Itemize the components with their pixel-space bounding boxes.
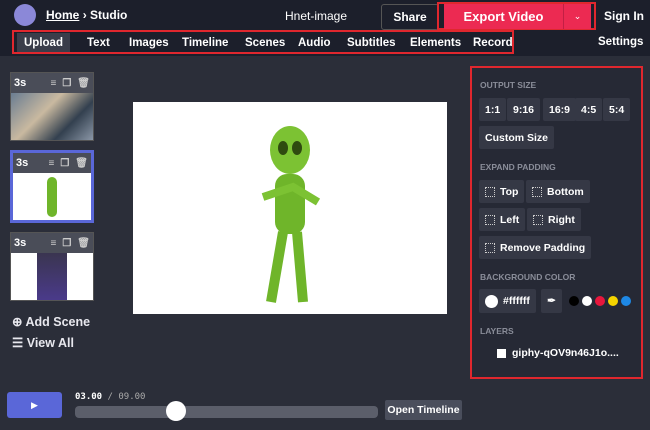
breadcrumb-separator: › [82, 8, 87, 22]
scene-card[interactable]: 3s ≡ ❐ 🗑 [10, 232, 94, 301]
time-display: 03.00 / 09.00 [75, 392, 145, 402]
notes-icon[interactable]: ≡ [50, 238, 56, 249]
scene-thumbnail [13, 173, 91, 220]
checkbox-icon [533, 214, 543, 225]
notes-icon[interactable]: ≡ [48, 158, 54, 169]
checkbox-icon [485, 242, 495, 253]
scene-thumbnail [11, 93, 93, 140]
padding-bottom-button[interactable]: Bottom [526, 180, 590, 203]
image-icon [497, 348, 506, 358]
padding-top-label: Top [500, 185, 519, 198]
tab-upload[interactable]: Upload [17, 33, 70, 52]
remove-padding-label: Remove Padding [500, 241, 586, 254]
trash-icon[interactable]: 🗑 [75, 158, 88, 169]
tab-elements[interactable]: Elements [403, 33, 468, 52]
size-9-16-button[interactable]: 9:16 [507, 98, 541, 121]
background-color-picker[interactable]: #ffffff [479, 289, 536, 313]
add-scene-button[interactable]: ⊕ Add Scene [12, 314, 90, 329]
checkbox-icon [532, 186, 542, 197]
project-title[interactable]: Hnet-image [285, 9, 347, 23]
play-button[interactable]: ▶ [7, 392, 62, 418]
add-scene-label: Add Scene [25, 315, 91, 329]
color-swatch[interactable] [595, 296, 605, 306]
tab-audio[interactable]: Audio [291, 33, 338, 52]
duplicate-icon[interactable]: ❐ [60, 158, 69, 169]
size-16-9-button[interactable]: 16:9 [543, 98, 577, 121]
trash-icon[interactable]: 🗑 [77, 238, 90, 249]
tab-text[interactable]: Text [80, 33, 117, 52]
tab-timeline[interactable]: Timeline [175, 33, 235, 52]
padding-top-button[interactable]: Top [479, 180, 525, 203]
color-swatch[interactable] [608, 296, 618, 306]
trash-icon[interactable]: 🗑 [77, 78, 90, 89]
layer-item[interactable]: giphy-qOV9n46J1o.... [497, 347, 619, 359]
size-4-5-button[interactable]: 4:5 [575, 98, 603, 121]
background-color-label: BACKGROUND COLOR [480, 272, 576, 282]
tab-images[interactable]: Images [122, 33, 176, 52]
color-swatch[interactable] [621, 296, 631, 306]
size-1-1-button[interactable]: 1:1 [479, 98, 507, 121]
total-time: 09.00 [118, 392, 146, 402]
expand-padding-label: EXPAND PADDING [480, 162, 556, 172]
padding-left-button[interactable]: Left [479, 208, 526, 231]
sign-in-link[interactable]: Sign In [604, 9, 644, 23]
slider-handle[interactable] [165, 401, 186, 421]
open-timeline-button[interactable]: Open Timeline [385, 400, 462, 420]
color-swatch[interactable] [569, 296, 579, 306]
duplicate-icon[interactable]: ❐ [62, 238, 71, 249]
breadcrumb: Home › Studio [46, 8, 127, 22]
play-icon: ▶ [31, 399, 38, 410]
tab-subtitles[interactable]: Subtitles [340, 33, 403, 52]
breadcrumb-current: Studio [90, 8, 128, 22]
breadcrumb-home[interactable]: Home [46, 8, 79, 22]
duplicate-icon[interactable]: ❐ [62, 78, 71, 89]
user-avatar[interactable] [14, 4, 36, 26]
tab-record[interactable]: Record [466, 33, 520, 52]
color-preview [485, 294, 498, 308]
export-video-button[interactable]: Export Video [444, 4, 563, 29]
time-separator: / [107, 392, 113, 402]
scene-card[interactable]: 3s ≡ ❐ 🗑 [10, 72, 94, 141]
layer-name: giphy-qOV9n46J1o.... [512, 347, 619, 359]
color-hex-value: #ffffff [503, 295, 530, 307]
export-dropdown-chevron-icon[interactable]: ⌄ [563, 4, 591, 29]
padding-bottom-label: Bottom [547, 185, 584, 198]
timeline-slider[interactable] [75, 406, 378, 418]
scene-card-selected[interactable]: 3s ≡ ❐ 🗑 [10, 150, 94, 223]
share-button[interactable]: Share [381, 4, 439, 30]
scene-duration: 3s [14, 77, 27, 89]
color-swatch[interactable] [582, 296, 592, 306]
eyedropper-icon: ✒ [547, 295, 556, 307]
checkbox-icon [485, 186, 495, 197]
plus-circle-icon: ⊕ [12, 315, 23, 329]
layers-label: LAYERS [480, 326, 514, 336]
tab-scenes[interactable]: Scenes [238, 33, 292, 52]
view-all-label: View All [26, 336, 74, 350]
padding-right-label: Right [548, 213, 575, 226]
list-icon: ☰ [12, 336, 24, 350]
size-5-4-button[interactable]: 5:4 [603, 98, 631, 121]
video-canvas[interactable] [133, 102, 447, 314]
scene-duration: 3s [14, 237, 27, 249]
custom-size-button[interactable]: Custom Size [479, 126, 555, 149]
eyedropper-button[interactable]: ✒ [541, 289, 562, 313]
settings-link[interactable]: Settings [598, 36, 643, 48]
padding-left-label: Left [500, 213, 520, 226]
alien-image [261, 126, 321, 303]
padding-right-button[interactable]: Right [527, 208, 581, 231]
color-swatches [569, 296, 631, 306]
scene-thumbnail [11, 253, 93, 300]
current-time: 03.00 [75, 392, 103, 402]
checkbox-icon [485, 214, 495, 225]
output-size-label: OUTPUT SIZE [480, 80, 537, 90]
view-all-button[interactable]: ☰ View All [12, 335, 74, 350]
notes-icon[interactable]: ≡ [50, 78, 56, 89]
scene-duration: 3s [16, 157, 29, 169]
remove-padding-button[interactable]: Remove Padding [479, 236, 592, 259]
